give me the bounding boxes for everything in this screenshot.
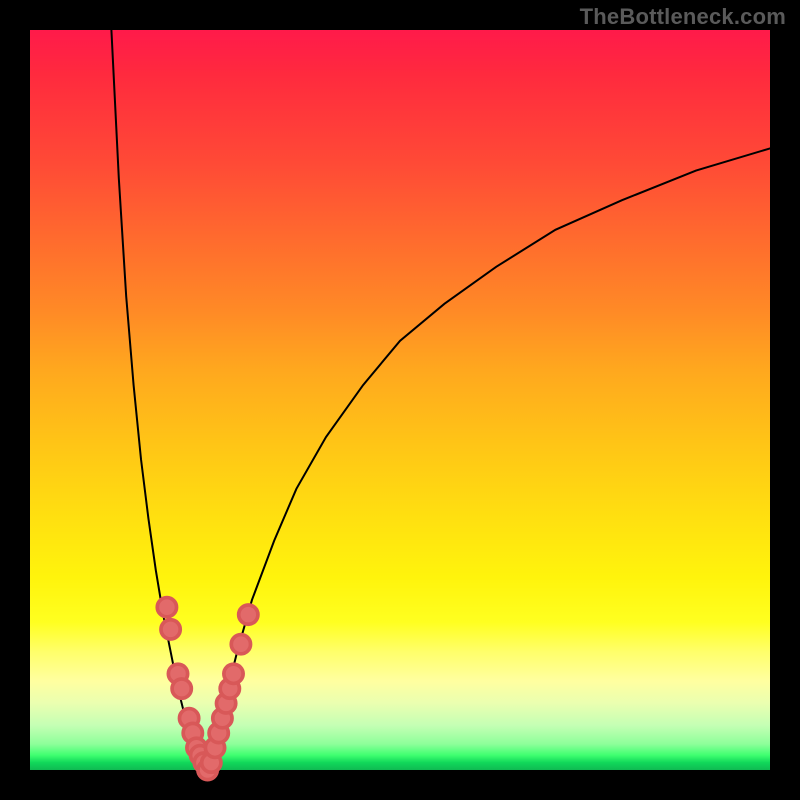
- chart-stage: TheBottleneck.com: [0, 0, 800, 800]
- curve-right-branch: [208, 148, 770, 770]
- data-point: [172, 679, 191, 698]
- data-point: [157, 598, 176, 617]
- data-points-group: [157, 598, 258, 780]
- plot-area: [30, 30, 770, 770]
- chart-svg: [30, 30, 770, 770]
- data-point: [161, 620, 180, 639]
- watermark-text: TheBottleneck.com: [580, 4, 786, 30]
- data-point: [231, 635, 250, 654]
- data-point: [239, 605, 258, 624]
- curve-left-branch: [111, 30, 207, 770]
- data-point: [224, 664, 243, 683]
